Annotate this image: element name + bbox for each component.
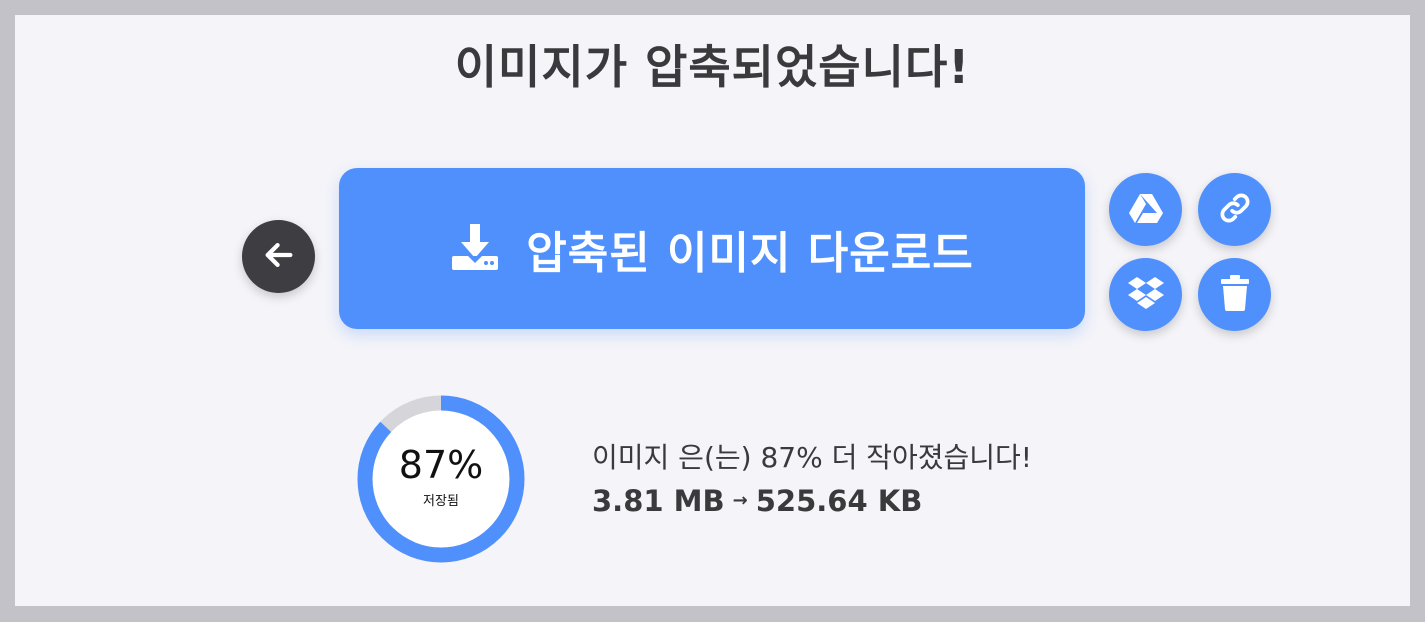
google-drive-icon <box>1128 192 1164 228</box>
page-title: 이미지가 압축되었습니다! <box>454 40 971 94</box>
google-drive-button[interactable] <box>1109 173 1182 246</box>
result-message: 이미지 은(는) 87% 더 작아졌습니다! <box>592 441 1033 474</box>
arrow-right-icon: → <box>732 489 748 511</box>
savings-ring: 87% 저장됨 <box>357 395 525 563</box>
trash-icon <box>1220 274 1250 315</box>
download-compressed-button[interactable]: 압축된 이미지 다운로드 <box>339 168 1085 329</box>
arrow-left-icon <box>262 238 296 276</box>
saved-label: 저장됨 <box>423 493 459 509</box>
dropbox-icon <box>1127 276 1164 314</box>
savings-percent: 87% <box>398 442 484 487</box>
original-size: 3.81 MB <box>592 484 725 518</box>
share-link-button[interactable] <box>1198 173 1271 246</box>
delete-button[interactable] <box>1198 258 1271 331</box>
download-icon <box>450 222 500 276</box>
dropbox-button[interactable] <box>1109 258 1182 331</box>
compressed-size: 525.64 KB <box>755 484 923 518</box>
size-comparison: 3.81 MB → 525.64 KB <box>592 484 922 518</box>
back-button[interactable] <box>242 220 315 293</box>
link-icon <box>1218 191 1252 229</box>
download-button-label: 압축된 이미지 다운로드 <box>526 227 974 279</box>
